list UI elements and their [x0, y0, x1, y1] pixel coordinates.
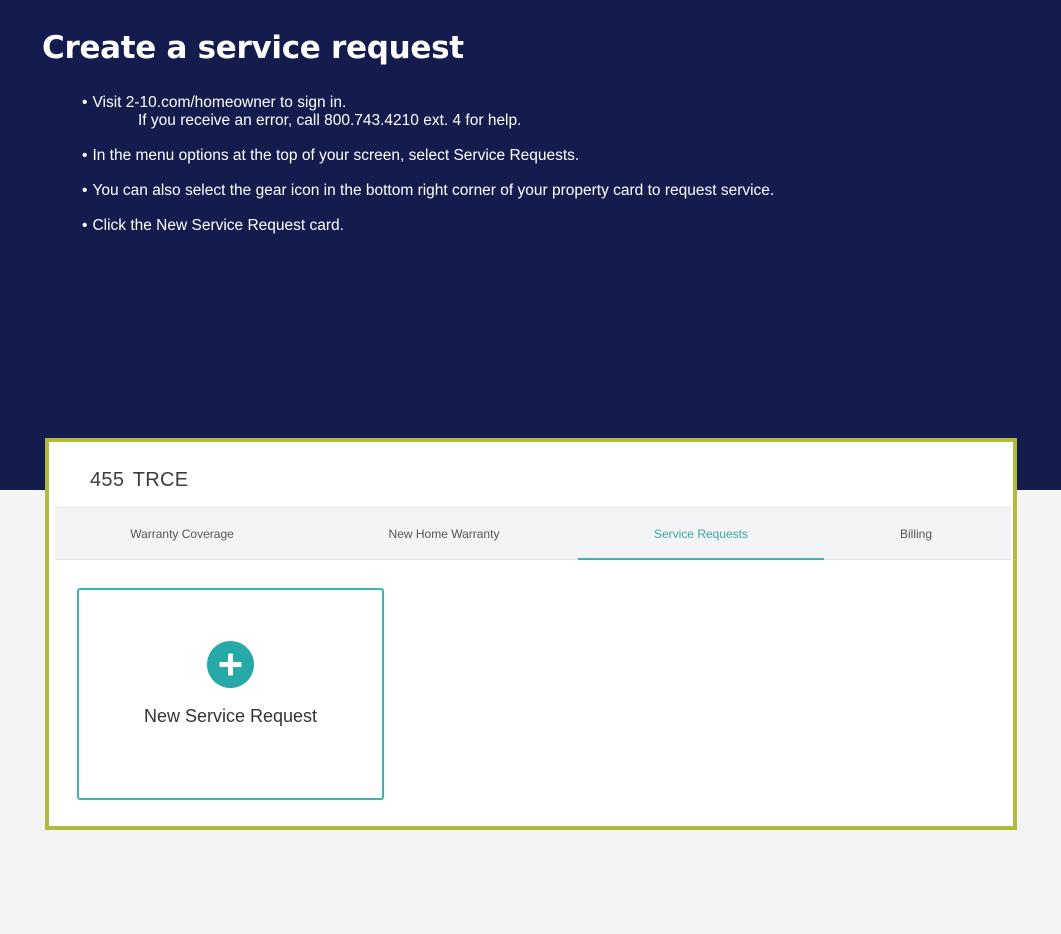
bullet: •	[82, 217, 88, 234]
tab-service-requests[interactable]: Service Requests	[578, 508, 824, 560]
bullet: •	[82, 182, 88, 199]
new-service-request-label: New Service Request	[143, 706, 318, 726]
tab-new-home-warranty[interactable]: New Home Warranty	[317, 508, 571, 560]
instruction-text: Visit 2-10.com/homeowner to sign in.	[92, 94, 347, 111]
property-tab-bar: Warranty Coverage New Home Warranty Serv…	[55, 507, 1011, 560]
tab-warranty-coverage[interactable]: Warranty Coverage	[55, 508, 309, 560]
instruction-step: • Visit 2-10.com/homeowner to sign in. If…	[82, 94, 774, 130]
bullet: •	[82, 147, 88, 164]
instruction-text: In the menu options at the top of your s…	[92, 147, 580, 164]
instruction-step: • Click the New Service Request card.	[82, 217, 774, 235]
instruction-text: You can also select the gear icon in the…	[92, 182, 775, 199]
instruction-list: • Visit 2-10.com/homeowner to sign in. If…	[82, 94, 774, 252]
instruction-step: • You can also select the gear icon in th…	[82, 182, 774, 200]
instruction-step: • In the menu options at the top of your …	[82, 147, 774, 165]
instruction-text: Click the New Service Request card.	[92, 217, 344, 234]
instruction-subtext: If you receive an error, call 800.743.42…	[138, 112, 522, 129]
portal-screenshot-frame: 455 TRCE Warranty Coverage New Home Warr…	[45, 438, 1017, 830]
plus-circle-icon	[207, 641, 254, 688]
hero-banner: Create a service request • Visit 2-10.com…	[0, 0, 1061, 490]
bullet: •	[82, 94, 88, 111]
page-title: Create a service request	[42, 30, 464, 66]
new-service-request-card[interactable]: New Service Request	[77, 588, 384, 800]
property-name: 455 TRCE	[90, 469, 189, 491]
tab-billing[interactable]: Billing	[831, 508, 1001, 560]
